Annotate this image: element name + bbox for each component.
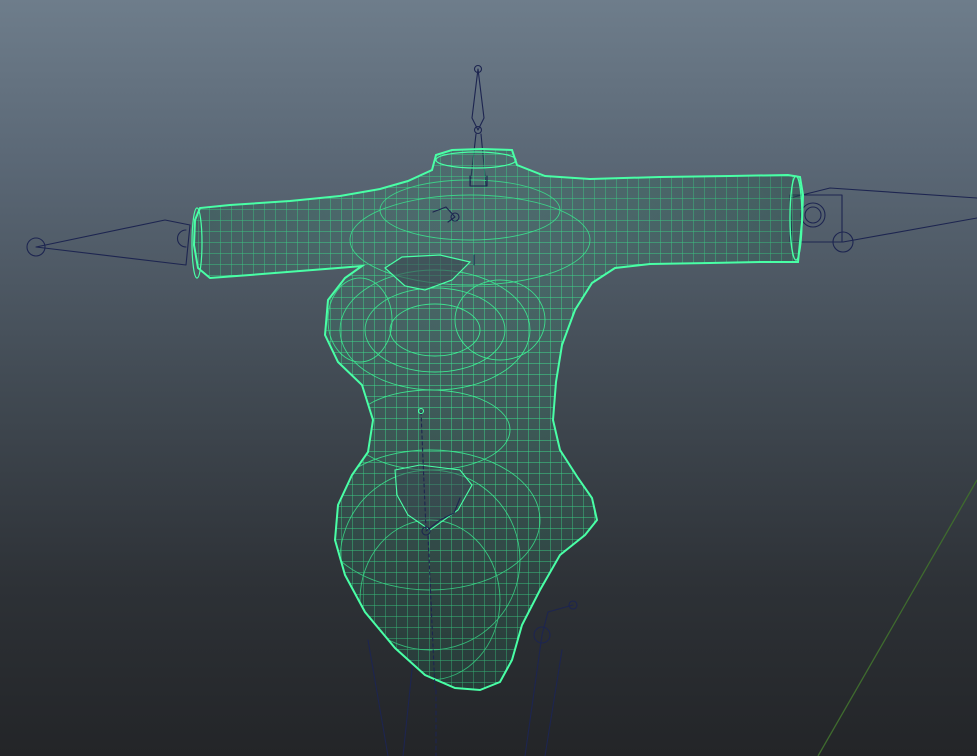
viewport-scene xyxy=(26,64,977,756)
shoulder-l-joint[interactable] xyxy=(177,229,187,248)
wrist-r-joint-inner xyxy=(804,206,822,224)
leg-bone-left-inner xyxy=(402,659,414,756)
leg-r-bone-tip xyxy=(541,604,574,636)
arm-bone-right xyxy=(789,187,977,243)
leg-bone-left xyxy=(367,639,389,756)
torso-bodysuit-mesh[interactable] xyxy=(180,140,820,700)
leg-bone-right-inner xyxy=(544,649,563,756)
arm-bone-left xyxy=(35,219,191,266)
leg-bone-right xyxy=(524,634,543,756)
head-bone xyxy=(471,68,485,131)
3d-viewport[interactable] xyxy=(0,0,977,756)
grid-axis-line xyxy=(817,479,977,756)
